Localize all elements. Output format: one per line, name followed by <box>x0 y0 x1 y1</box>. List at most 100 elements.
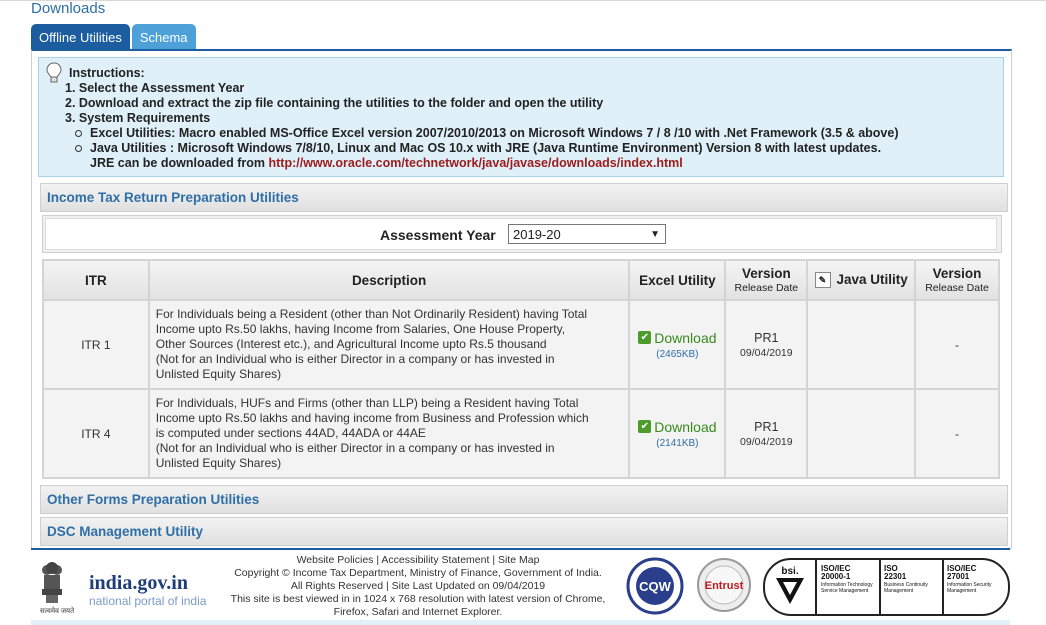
cert-iso-20000: ISO/IEC 20000-1 Information Technology S… <box>821 565 877 595</box>
bsi-divider <box>879 560 881 614</box>
col-header-excel: Excel Utility <box>628 259 727 301</box>
downloads-panel: Instructions: 1. Select the Assessment Y… <box>31 49 1012 549</box>
table-header-row: ITR Description Excel Utility Version Rel… <box>42 259 1000 301</box>
table-row: ITR 4 For Individuals, HUFs and Firms (o… <box>42 388 1000 479</box>
section-other-forms[interactable]: Other Forms Preparation Utilities <box>40 485 1008 514</box>
website-policies-link[interactable]: Website Policies <box>297 554 374 566</box>
description-line: (Not for an Individual who is either Dir… <box>155 352 555 366</box>
description-line: For Individuals, HUFs and Firms (other t… <box>155 396 579 410</box>
national-emblem-icon <box>42 562 62 603</box>
entrust-badge-text: Entrust <box>705 580 744 592</box>
version-name: PR1 <box>754 330 779 345</box>
bsi-divider <box>815 560 817 614</box>
col-header-java-version: Version Release Date <box>914 259 1000 301</box>
download-button[interactable]: ✔ Download <box>638 418 717 435</box>
copyright-text: Copyright © Income Tax Department, Minis… <box>234 567 602 579</box>
download-button[interactable]: ✔ Download <box>638 330 717 346</box>
description-line: Other Sources (Interest etc.), and Agric… <box>155 337 547 351</box>
jre-text: JRE can be downloaded from <box>90 156 269 170</box>
assessment-year-bar: Assessment Year 2019-20 ▼ <box>42 215 1002 253</box>
entrust-badge-icon[interactable]: Entrust <box>696 557 752 613</box>
cert-number: 27001 <box>947 572 970 581</box>
instruction-step: 1. Select the Assessment Year <box>65 81 245 95</box>
bsi-certification-badge[interactable]: bsi. ISO/IEC 20000-1 Information Technol… <box>763 558 1010 616</box>
release-date: 09/04/2019 <box>740 435 793 448</box>
version-name: PR1 <box>754 419 779 434</box>
tab-offline-utilities[interactable]: Offline Utilities <box>31 24 130 50</box>
excel-download-cell: ✔ Download (2465KB) <box>628 299 727 390</box>
file-size: (2465KB) <box>656 348 699 360</box>
india-gov-logo[interactable]: india.gov.in <box>89 572 188 595</box>
bsi-logo-text: bsi. <box>781 566 798 577</box>
tab-schema[interactable]: Schema <box>131 24 196 50</box>
cqw-badge-text: CQW <box>639 579 672 594</box>
footer-info: Website Policies | Accessibility Stateme… <box>218 554 618 619</box>
cert-number: 20000-1 <box>821 572 851 581</box>
release-date: 09/04/2019 <box>740 346 793 359</box>
version-label: Version <box>932 266 982 281</box>
table-row: ITR 1 For Individuals being a Resident (… <box>42 299 1000 390</box>
instruction-step: 2. Download and extract the zip file con… <box>65 96 604 110</box>
col-header-description: Description <box>147 259 631 301</box>
best-view-text: This site is best viewed in in 1024 x 76… <box>230 593 606 605</box>
bullet-icon <box>75 130 82 138</box>
accessibility-statement-link[interactable]: Accessibility Statement <box>381 554 489 566</box>
itr-description: For Individuals, HUFs and Firms (other t… <box>147 388 631 479</box>
cert-iso-27001: ISO/IEC 27001 Information Security Manag… <box>947 565 1003 595</box>
download-label: Download <box>654 418 717 435</box>
footer-links: Website Policies | Accessibility Stateme… <box>218 554 618 567</box>
separator: | <box>376 554 380 566</box>
lightbulb-icon <box>46 62 62 83</box>
java-version-cell: - <box>914 388 1000 479</box>
requirement-excel-text: Excel Utilities: Macro enabled MS-Office… <box>90 126 899 140</box>
section-income-tax-utilities[interactable]: Income Tax Return Preparation Utilities <box>40 183 1008 212</box>
india-gov-tagline: national portal of india <box>89 594 207 608</box>
assessment-year-inner: Assessment Year 2019-20 ▼ <box>45 218 997 250</box>
emblem-caption: सत्यमेव जयते <box>40 608 75 615</box>
cert-description: Business Continuity Management <box>884 582 928 594</box>
col-header-version: Version Release Date <box>724 259 809 301</box>
description-line: (Not for an Individual who is either Dir… <box>155 441 555 455</box>
jre-download-note: JRE can be downloaded from http://www.or… <box>90 156 683 170</box>
assessment-year-value: 2019-20 <box>513 227 561 242</box>
description-line: For Individuals being a Resident (other … <box>155 307 588 321</box>
utilities-table: ITR Description Excel Utility Version Rel… <box>42 259 1000 479</box>
file-size: (2141KB) <box>656 437 699 449</box>
java-label: Java Utility <box>836 271 908 287</box>
requirement-java-text: Java Utilities : Microsoft Windows 7/8/1… <box>90 141 882 155</box>
description-line: Income upto Rs.50 lakhs, having Income f… <box>155 322 566 336</box>
site-map-link[interactable]: Site Map <box>498 554 539 566</box>
itr-name: ITR 1 <box>42 299 150 390</box>
jre-download-link[interactable]: http://www.oracle.com/technetwork/java/j… <box>269 156 683 170</box>
instruction-step: 3. System Requirements <box>65 111 211 125</box>
description-line: is computed under sections 44AD, 44ADA o… <box>155 426 426 440</box>
download-icon: ✔ <box>638 420 652 434</box>
assessment-year-label: Assessment Year <box>380 227 496 243</box>
col-header-java: ✎ Java Utility <box>806 259 917 301</box>
tab-bar: Offline Utilities Schema <box>31 24 198 50</box>
requirement-java: Java Utilities : Microsoft Windows 7/8/1… <box>75 141 881 155</box>
footer-divider <box>31 548 1010 550</box>
bsi-kitemark-icon: bsi. <box>776 566 804 604</box>
bsi-divider <box>942 560 944 614</box>
download-icon: ✔ <box>638 331 652 345</box>
assessment-year-select[interactable]: 2019-20 ▼ <box>508 224 666 244</box>
page-title: Downloads <box>31 0 106 17</box>
cert-description: Information Technology Service Managemen… <box>821 582 873 594</box>
top-divider <box>0 0 1046 1</box>
version-label: Version <box>741 266 791 281</box>
java-version-cell: - <box>914 299 1000 390</box>
col-header-itr: ITR <box>42 259 150 301</box>
instructions-box: Instructions: 1. Select the Assessment Y… <box>38 57 1004 177</box>
section-dsc-management[interactable]: DSC Management Utility <box>40 517 1008 546</box>
version-cell: PR1 09/04/2019 <box>724 299 809 390</box>
cqw-badge-icon[interactable]: CQW <box>626 557 684 615</box>
java-icon: ✎ <box>814 272 831 289</box>
best-view-text-2: Firefox, Safari and Internet Explorer. <box>333 606 503 618</box>
itr-name: ITR 4 <box>42 388 150 479</box>
itr-description: For Individuals being a Resident (other … <box>147 299 631 390</box>
description-line: Unlisted Equity Shares) <box>155 456 282 470</box>
dropdown-arrow-icon: ▼ <box>650 229 660 240</box>
instructions-heading: Instructions: <box>69 66 145 80</box>
java-utility-cell <box>806 388 917 479</box>
